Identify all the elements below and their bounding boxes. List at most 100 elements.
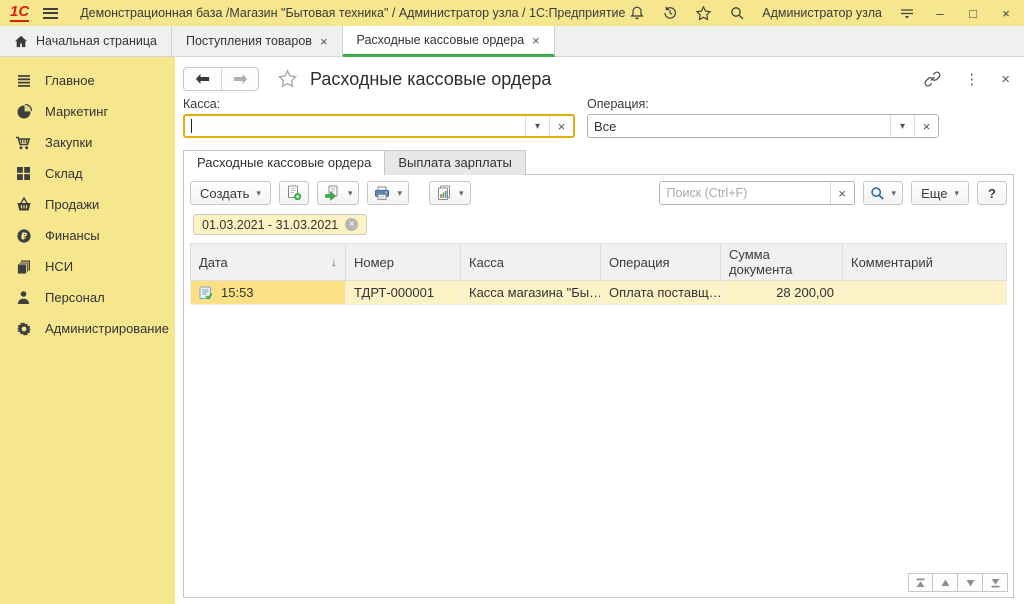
- search-icon: [870, 186, 885, 201]
- list-subtabs: Расходные кассовые ордера Выплата зарпла…: [183, 150, 1014, 174]
- scroll-first-button[interactable]: [908, 573, 933, 592]
- sidebar-item-marketing[interactable]: Маркетинг: [0, 96, 175, 127]
- favorites-star-icon[interactable]: [695, 5, 712, 22]
- kassa-label: Касса:: [183, 97, 575, 111]
- posted-document-icon: [199, 286, 213, 300]
- close-tab-icon[interactable]: ×: [532, 34, 540, 47]
- back-button[interactable]: [184, 68, 221, 90]
- documents-table: Дата↓ Номер Касса Операция Сумма докумен…: [190, 243, 1007, 305]
- column-header-date[interactable]: Дата↓: [191, 244, 346, 281]
- app-logo: 1С: [10, 4, 29, 22]
- cart-icon: [15, 134, 32, 151]
- subtab-rashodnye-kassovye-ordera[interactable]: Расходные кассовые ордера: [183, 150, 385, 175]
- documents-list-panel: Создать▾ ▾ ▾: [183, 174, 1014, 598]
- chevron-down-icon: ▾: [892, 188, 897, 199]
- remove-filter-icon[interactable]: ×: [345, 218, 358, 231]
- cell-date[interactable]: 15:53: [191, 281, 346, 305]
- minimize-button[interactable]: –: [932, 7, 948, 20]
- sections-sidebar: Главное Маркетинг Закупки Склад Продажи …: [0, 57, 175, 604]
- scroll-up-button[interactable]: [933, 573, 958, 592]
- sidebar-item-administrirovanie[interactable]: Администрирование: [0, 313, 175, 344]
- create-copy-button[interactable]: [279, 181, 309, 205]
- chevron-down-icon[interactable]: ▾: [890, 115, 914, 137]
- global-search-icon[interactable]: [729, 5, 745, 21]
- column-header-amount[interactable]: Сумма документа: [721, 244, 843, 281]
- history-icon[interactable]: [662, 5, 678, 21]
- list-toolbar: Создать▾ ▾ ▾: [190, 181, 1007, 205]
- chevron-down-icon: ▾: [348, 188, 353, 199]
- chevron-down-icon: ▾: [397, 188, 402, 199]
- subtab-vyplata-zarplaty[interactable]: Выплата зарплаты: [385, 150, 526, 175]
- post-document-button[interactable]: ▾: [317, 181, 360, 205]
- sidebar-item-zakupki[interactable]: Закупки: [0, 127, 175, 158]
- printer-icon: [374, 186, 390, 201]
- post-document-icon: [324, 185, 341, 201]
- scroll-down-button[interactable]: [958, 573, 983, 592]
- title-bar: 1С Демонстрационная база /Магазин "Бытов…: [0, 0, 1024, 26]
- clear-operation-icon[interactable]: ×: [914, 115, 938, 137]
- kassa-input[interactable]: [185, 116, 525, 136]
- kassa-combo: ▾ ×: [183, 114, 575, 138]
- operation-combo: Все ▾ ×: [587, 114, 939, 138]
- sidebar-item-glavnoe[interactable]: Главное: [0, 65, 175, 96]
- kebab-menu-icon[interactable]: ⋮: [964, 70, 979, 88]
- sidebar-item-prodazhi[interactable]: Продажи: [0, 189, 175, 220]
- list-scroll-buttons: [908, 573, 1008, 592]
- print-button[interactable]: ▾: [367, 181, 409, 205]
- column-header-comment[interactable]: Комментарий: [843, 244, 1007, 281]
- period-filter-chip[interactable]: 01.03.2021 - 31.03.2021 ×: [193, 214, 367, 235]
- table-header-row: Дата↓ Номер Касса Операция Сумма докумен…: [191, 244, 1007, 281]
- document-plus-icon: [286, 185, 302, 201]
- forward-button[interactable]: [221, 68, 258, 90]
- search-input[interactable]: [660, 182, 830, 204]
- chevron-down-icon: ▾: [955, 188, 960, 199]
- cell-operation[interactable]: Оплата поставщ…: [601, 281, 721, 305]
- person-icon: [15, 289, 32, 306]
- table-row[interactable]: 15:53 ТДРТ-000001 Касса магазина "Бы… Оп…: [191, 281, 1007, 305]
- close-tab-icon[interactable]: ×: [320, 35, 328, 48]
- service-menu-icon[interactable]: [899, 6, 915, 20]
- sidebar-item-personal[interactable]: Персонал: [0, 282, 175, 313]
- chevron-down-icon[interactable]: ▾: [525, 116, 549, 136]
- basket-icon: [15, 196, 32, 213]
- help-button[interactable]: ?: [977, 181, 1007, 205]
- cell-amount[interactable]: 28 200,00: [721, 281, 843, 305]
- clear-search-icon[interactable]: ×: [830, 182, 854, 204]
- more-button[interactable]: Еще▾: [911, 181, 969, 205]
- sidebar-item-finansy[interactable]: ₽ Финансы: [0, 220, 175, 251]
- advanced-search-button[interactable]: ▾: [863, 181, 904, 205]
- add-to-favorites-star-icon[interactable]: [277, 69, 298, 89]
- svg-text:₽: ₽: [20, 231, 27, 242]
- create-button[interactable]: Создать▾: [190, 181, 271, 205]
- window-title: Демонстрационная база /Магазин "Бытовая …: [80, 6, 625, 20]
- column-header-kassa[interactable]: Касса: [461, 244, 601, 281]
- chevron-down-icon: ▾: [459, 188, 464, 199]
- chart-document-icon: [436, 185, 452, 201]
- get-link-icon[interactable]: [923, 70, 942, 88]
- tab-postupleniya-tovarov[interactable]: Поступления товаров ×: [172, 26, 343, 56]
- main-content: Расходные кассовые ордера ⋮ × Касса: ▾ ×: [175, 57, 1024, 604]
- tab-rashodnye-kassovye-ordera[interactable]: Расходные кассовые ордера ×: [343, 26, 555, 57]
- cell-kassa[interactable]: Касса магазина "Бы…: [461, 281, 601, 305]
- sidebar-item-sklad[interactable]: Склад: [0, 158, 175, 189]
- clear-kassa-icon[interactable]: ×: [549, 116, 573, 136]
- gear-icon: [15, 320, 32, 337]
- open-windows-tabbar: Начальная страница Поступления товаров ×…: [0, 26, 1024, 57]
- operation-input[interactable]: Все: [588, 115, 890, 137]
- home-icon: [14, 35, 28, 48]
- scroll-last-button[interactable]: [983, 573, 1008, 592]
- reports-button[interactable]: ▾: [429, 181, 471, 205]
- maximize-button[interactable]: □: [965, 7, 981, 20]
- sidebar-item-nsi[interactable]: НСИ: [0, 251, 175, 282]
- close-page-button[interactable]: ×: [1001, 71, 1010, 88]
- cell-comment[interactable]: [843, 281, 1007, 305]
- column-header-operation[interactable]: Операция: [601, 244, 721, 281]
- column-header-number[interactable]: Номер: [346, 244, 461, 281]
- main-menu-icon[interactable]: [43, 8, 58, 19]
- cell-number[interactable]: ТДРТ-000001: [346, 281, 461, 305]
- notifications-bell-icon[interactable]: [629, 5, 645, 21]
- chevron-down-icon: ▾: [256, 188, 261, 199]
- tab-home[interactable]: Начальная страница: [0, 26, 172, 56]
- search-box: ×: [659, 181, 855, 205]
- close-window-button[interactable]: ×: [998, 7, 1014, 20]
